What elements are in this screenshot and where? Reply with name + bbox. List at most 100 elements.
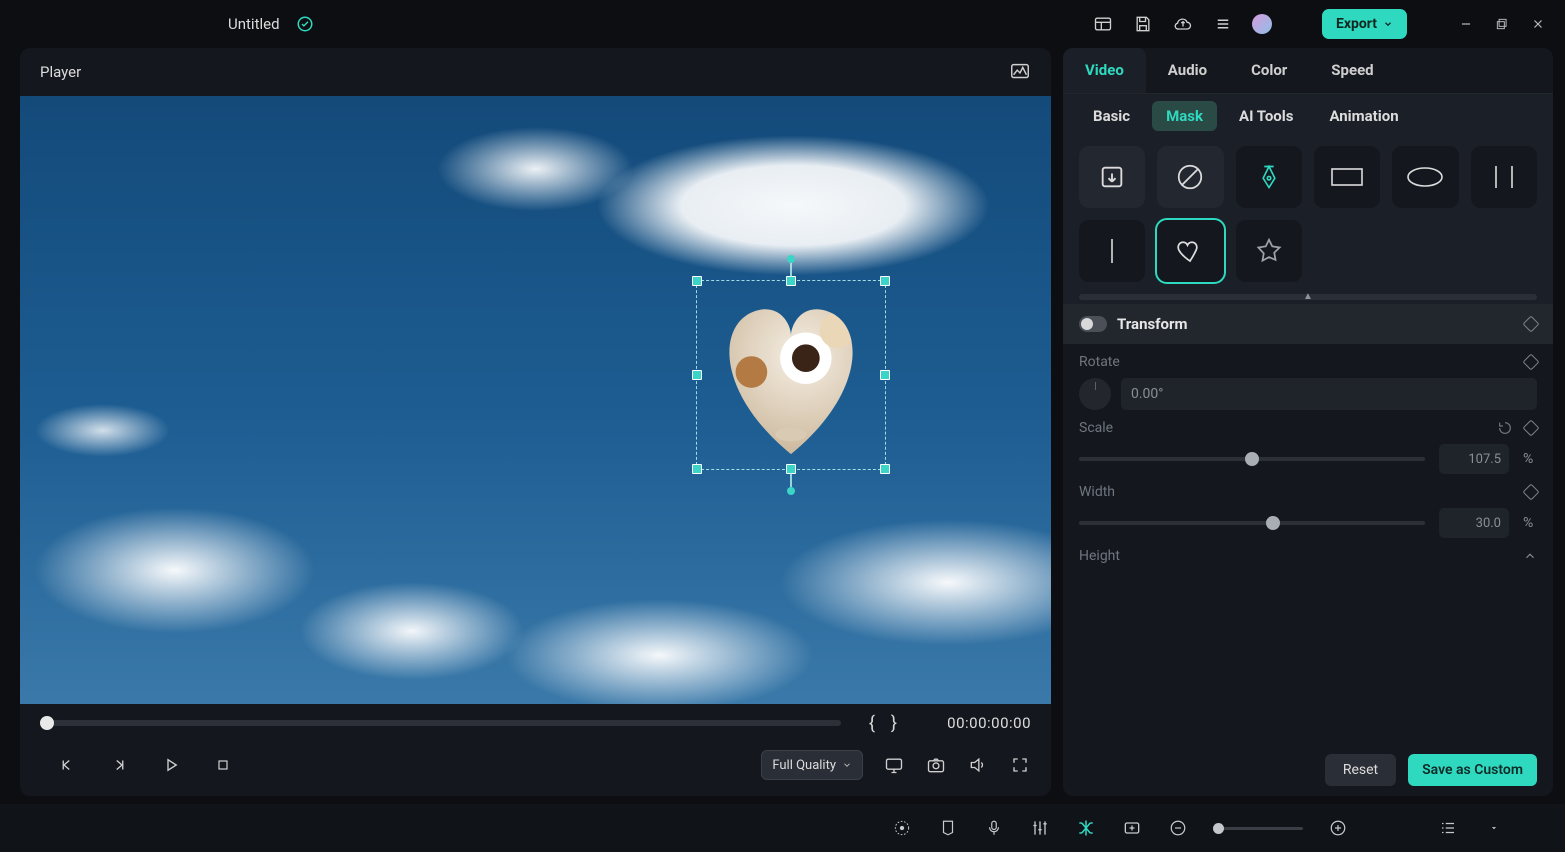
zoom-slider[interactable]	[1213, 827, 1303, 830]
mark-out-icon[interactable]: }	[891, 713, 897, 734]
player-header: Player	[20, 48, 1051, 96]
tab-audio[interactable]: Audio	[1146, 48, 1229, 93]
height-label: Height	[1079, 548, 1120, 564]
resize-handle[interactable]	[692, 276, 702, 286]
mask-shape-grid	[1063, 138, 1553, 208]
transform-label: Transform	[1117, 315, 1188, 333]
anchor-handle[interactable]	[787, 487, 795, 495]
tab-video[interactable]: Video	[1063, 48, 1146, 93]
rotate-field[interactable]: 0.00°	[1121, 378, 1537, 410]
bottom-toolbar	[0, 804, 1565, 852]
prop-scale: Scale 107.5 %	[1063, 410, 1553, 474]
pct-label: %	[1523, 451, 1537, 467]
saved-status-icon	[294, 13, 316, 35]
resize-handle[interactable]	[880, 370, 890, 380]
avatar[interactable]	[1252, 14, 1272, 34]
player-panel: Player	[20, 48, 1051, 796]
volume-icon[interactable]	[967, 754, 989, 776]
keyframe-icon[interactable]	[1523, 420, 1540, 437]
quality-dropdown[interactable]: Full Quality	[761, 750, 863, 780]
width-field[interactable]: 30.0	[1439, 508, 1509, 538]
rotate-dial[interactable]	[1079, 378, 1111, 410]
mask-ellipse-icon[interactable]	[1392, 146, 1458, 208]
resize-handle[interactable]	[692, 464, 702, 474]
window-minimize-icon[interactable]	[1457, 15, 1475, 33]
prev-frame-icon[interactable]	[56, 754, 78, 776]
track-view-icon[interactable]	[1437, 817, 1459, 839]
document-title: Untitled	[228, 15, 280, 33]
mask-star-icon[interactable]	[1236, 220, 1302, 282]
reset-button[interactable]: Reset	[1325, 754, 1396, 786]
save-as-custom-button[interactable]: Save as Custom	[1408, 754, 1537, 786]
scale-field[interactable]: 107.5	[1439, 444, 1509, 474]
mask-none-icon[interactable]	[1157, 146, 1223, 208]
play-icon[interactable]	[160, 754, 182, 776]
tab-ai-tools[interactable]: AI Tools	[1225, 101, 1307, 131]
keyframe-icon[interactable]	[1523, 316, 1540, 333]
save-icon[interactable]	[1132, 13, 1154, 35]
keyframe-icon[interactable]	[1523, 484, 1540, 501]
keyframe-icon[interactable]	[1523, 354, 1540, 371]
mark-in-icon[interactable]: {	[869, 713, 875, 734]
scopes-icon[interactable]	[1009, 61, 1031, 83]
zoom-in-icon[interactable]	[1327, 817, 1349, 839]
tab-basic[interactable]: Basic	[1079, 101, 1144, 131]
tab-animation[interactable]: Animation	[1315, 101, 1412, 131]
mask-shape-grid-row2	[1063, 208, 1553, 290]
prop-height: Height	[1063, 538, 1553, 572]
render-icon[interactable]	[891, 817, 913, 839]
mask-import-icon[interactable]	[1079, 146, 1145, 208]
layout-icon[interactable]	[1092, 13, 1114, 35]
player-timeline: { } 00:00:00:00	[20, 704, 1051, 742]
masked-clip[interactable]	[697, 281, 885, 469]
mask-single-line-icon[interactable]	[1079, 220, 1145, 282]
inspector-footer: Reset Save as Custom	[1063, 744, 1553, 786]
mask-pen-icon[interactable]	[1236, 146, 1302, 208]
panel-divider[interactable]: ▲	[1063, 290, 1553, 304]
collapse-icon[interactable]	[1523, 549, 1537, 563]
zoom-out-icon[interactable]	[1167, 817, 1189, 839]
selection-box[interactable]	[696, 280, 886, 470]
width-slider[interactable]	[1079, 521, 1425, 525]
mask-heart-icon[interactable]	[1157, 220, 1223, 282]
export-button[interactable]: Export	[1322, 9, 1407, 39]
resize-handle[interactable]	[786, 276, 796, 286]
cloud-icon[interactable]	[1172, 13, 1194, 35]
quality-label: Full Quality	[772, 758, 836, 773]
rotate-handle[interactable]	[787, 255, 795, 263]
tab-mask[interactable]: Mask	[1152, 101, 1217, 131]
menu-icon[interactable]	[1212, 13, 1234, 35]
player-label: Player	[40, 63, 81, 81]
next-frame-icon[interactable]	[108, 754, 130, 776]
preview-background	[20, 96, 1051, 704]
display-icon[interactable]	[883, 754, 905, 776]
inspector-panel: Video Audio Color Speed Basic Mask AI To…	[1063, 48, 1553, 796]
window-close-icon[interactable]	[1529, 15, 1547, 33]
inspector-sub-tabs: Basic Mask AI Tools Animation	[1063, 94, 1553, 138]
tab-color[interactable]: Color	[1229, 48, 1309, 93]
stop-icon[interactable]	[212, 754, 234, 776]
mask-rectangle-icon[interactable]	[1314, 146, 1380, 208]
resize-handle[interactable]	[880, 276, 890, 286]
reset-scale-icon[interactable]	[1497, 420, 1513, 436]
window-maximize-icon[interactable]	[1493, 15, 1511, 33]
snapshot-icon[interactable]	[925, 754, 947, 776]
inspector-main-tabs: Video Audio Color Speed	[1063, 48, 1553, 94]
fullscreen-icon[interactable]	[1009, 754, 1031, 776]
timecode: 00:00:00:00	[921, 714, 1031, 732]
scale-slider[interactable]	[1079, 457, 1425, 461]
width-label: Width	[1079, 484, 1115, 500]
crop-icon[interactable]	[1121, 817, 1143, 839]
transform-toggle[interactable]	[1079, 316, 1107, 332]
chevron-down-icon[interactable]	[1483, 817, 1505, 839]
split-icon[interactable]	[1075, 817, 1097, 839]
resize-handle[interactable]	[692, 370, 702, 380]
resize-handle[interactable]	[880, 464, 890, 474]
mic-icon[interactable]	[983, 817, 1005, 839]
audio-mixer-icon[interactable]	[1029, 817, 1051, 839]
preview-viewport[interactable]	[20, 96, 1051, 704]
scrub-slider[interactable]	[40, 720, 841, 726]
marker-icon[interactable]	[937, 817, 959, 839]
mask-parallel-lines-icon[interactable]	[1471, 146, 1537, 208]
tab-speed[interactable]: Speed	[1309, 48, 1395, 93]
